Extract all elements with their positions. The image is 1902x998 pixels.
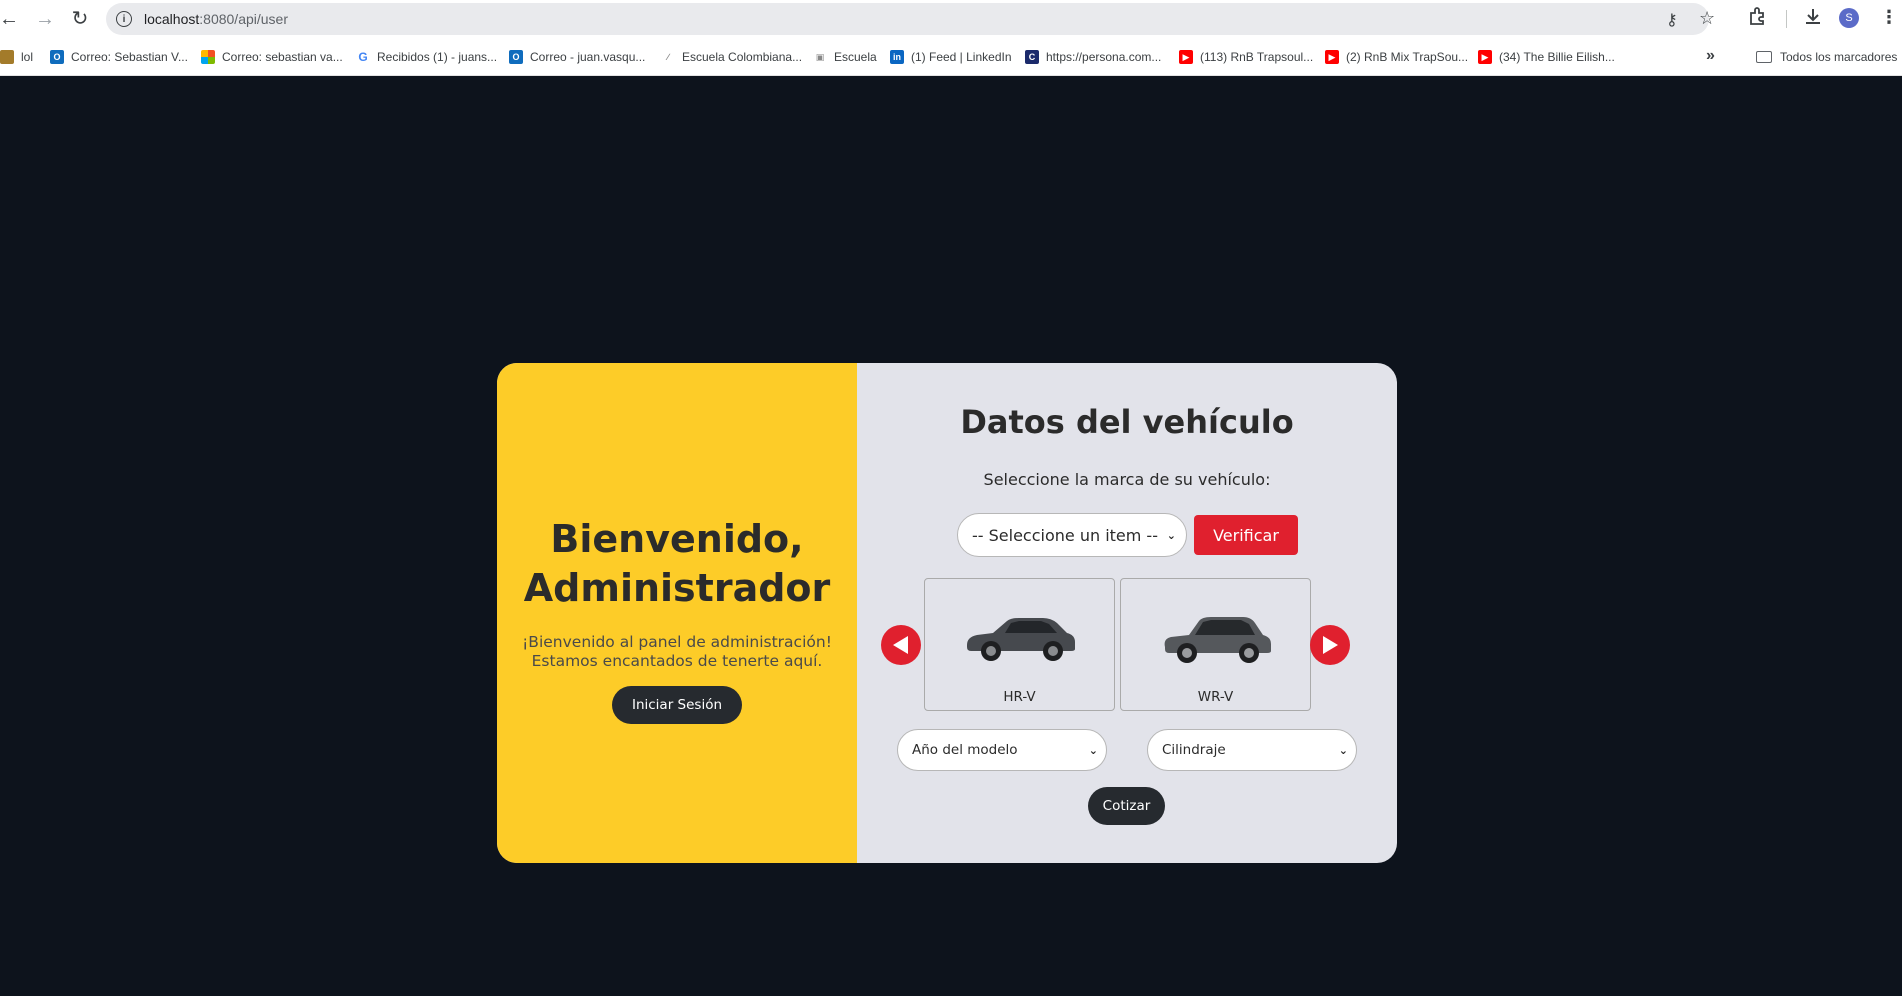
folder-icon <box>1756 51 1772 63</box>
triangle-left-icon <box>893 636 908 654</box>
model-year-select[interactable]: Año del modelo ⌄ <box>897 729 1107 771</box>
escuela-icon: ∕ <box>661 50 675 64</box>
bookmark-item[interactable]: Correo: sebastian va... <box>201 48 343 66</box>
brand-select[interactable]: -- Seleccione un item -- ⌄ <box>957 513 1187 557</box>
browser-toolbar: ← → ↻ i localhost:8080/api/user ⚷ ☆ S ⋮ <box>0 0 1902 39</box>
car-label: WR-V <box>1197 689 1234 705</box>
profile-avatar[interactable]: S <box>1839 8 1859 28</box>
url-host: localhost <box>144 11 200 27</box>
download-icon[interactable] <box>1803 6 1823 31</box>
bookmark-item[interactable]: O Correo - juan.vasqu... <box>509 48 645 66</box>
bookmark-label: Recibidos (1) - juans... <box>377 50 498 64</box>
page-background: Bienvenido, Administrador ¡Bienvenido al… <box>0 76 1902 998</box>
bookmark-item[interactable]: ▶ (113) RnB Trapsoul... <box>1179 48 1313 66</box>
bookmark-label: Correo: sebastian va... <box>222 50 343 64</box>
bookmark-label: Escuela <box>834 50 877 64</box>
cylinder-select-value: Cilindraje <box>1162 742 1226 758</box>
site-info-icon[interactable]: i <box>116 11 132 27</box>
form-subtitle: Seleccione la marca de su vehículo: <box>983 470 1271 489</box>
url-path: :8080/api/user <box>199 11 288 27</box>
bookmark-label: (34) The Billie Eilish... <box>1499 50 1615 64</box>
bookmark-label: Escuela Colombiana... <box>682 50 803 64</box>
bookmark-item[interactable]: ▶ (2) RnB Mix TrapSou... <box>1325 48 1468 66</box>
bookmark-label: Correo - juan.vasqu... <box>530 50 646 64</box>
bookmark-item[interactable]: ∕ Escuela Colombiana... <box>661 48 802 66</box>
toolbar-separator <box>1786 10 1787 28</box>
chevron-down-icon: ⌄ <box>1166 528 1176 542</box>
bookmark-item[interactable]: lol <box>0 48 33 66</box>
carousel-prev-button[interactable] <box>881 625 921 665</box>
password-key-icon[interactable]: ⚷ <box>1666 10 1678 30</box>
microsoft-icon <box>201 50 215 64</box>
form-title: Datos del vehículo <box>960 403 1294 441</box>
escuela-icon: ▣ <box>813 50 827 64</box>
outlook-icon: O <box>50 50 64 64</box>
bookmark-star-icon[interactable]: ☆ <box>1699 8 1715 29</box>
more-menu-icon[interactable]: ⋮ <box>1880 7 1898 28</box>
bookmark-item[interactable]: ▶ (34) The Billie Eilish... <box>1478 48 1615 66</box>
bookmark-label: https://persona.com... <box>1046 50 1162 64</box>
bookmark-label: Correo: Sebastian V... <box>71 50 188 64</box>
chevron-down-icon: ⌄ <box>1338 743 1348 757</box>
all-bookmarks-label: Todos los marcadores <box>1780 50 1898 64</box>
suv-car-icon <box>1164 617 1271 663</box>
carousel-next-button[interactable] <box>1310 625 1350 665</box>
bookmark-label: (113) RnB Trapsoul... <box>1200 50 1314 64</box>
outlook-icon: O <box>509 50 523 64</box>
triangle-right-icon <box>1323 636 1338 654</box>
main-card: Bienvenido, Administrador ¡Bienvenido al… <box>497 363 1397 863</box>
car-card-wrv[interactable]: WR-V <box>1120 578 1311 711</box>
linkedin-icon: in <box>890 50 904 64</box>
back-arrow-icon[interactable]: ← <box>0 8 20 30</box>
extensions-icon[interactable] <box>1748 6 1768 26</box>
all-bookmarks-button[interactable]: Todos los marcadores <box>1756 48 1897 66</box>
car-label: HR-V <box>1003 689 1036 705</box>
welcome-title: Bienvenido, Administrador <box>524 515 831 613</box>
persona-icon: C <box>1025 50 1039 64</box>
bookmark-item[interactable]: Chttps://persona.com... <box>1025 48 1161 66</box>
login-button[interactable]: Iniciar Sesión <box>611 685 743 724</box>
welcome-panel: Bienvenido, Administrador ¡Bienvenido al… <box>497 363 857 863</box>
bookmark-item[interactable]: in (1) Feed | LinkedIn <box>890 48 1012 66</box>
suv-car-icon <box>967 618 1075 661</box>
youtube-icon: ▶ <box>1478 50 1492 64</box>
youtube-icon: ▶ <box>1179 50 1193 64</box>
bookmark-item[interactable]: ▣ Escuela <box>813 48 877 66</box>
bookmark-item[interactable]: G Recibidos (1) - juans... <box>356 48 497 66</box>
verify-button[interactable]: Verificar <box>1194 515 1298 555</box>
lol-favicon-icon <box>0 50 14 64</box>
bookmarks-bar: lol O Correo: Sebastian V... Correo: seba… <box>0 39 1902 76</box>
bookmark-label: (2) RnB Mix TrapSou... <box>1346 50 1469 64</box>
bookmark-item[interactable]: O Correo: Sebastian V... <box>50 48 188 66</box>
cylinder-select[interactable]: Cilindraje ⌄ <box>1147 729 1357 771</box>
welcome-title-line2: Administrador <box>523 565 831 610</box>
youtube-icon: ▶ <box>1325 50 1339 64</box>
brand-select-value: -- Seleccione un item -- <box>972 525 1158 545</box>
vehicle-form-panel: Datos del vehículo Seleccione la marca d… <box>857 363 1397 863</box>
url-text[interactable]: localhost:8080/api/user <box>144 11 288 27</box>
forward-arrow-icon[interactable]: → <box>34 8 56 30</box>
more-bookmarks-chevron-icon[interactable]: » <box>1706 47 1715 65</box>
google-icon: G <box>356 50 370 64</box>
welcome-message: ¡Bienvenido al panel de administración! … <box>522 632 832 670</box>
bookmark-label: (1) Feed | LinkedIn <box>911 50 1012 64</box>
quote-button[interactable]: Cotizar <box>1088 787 1165 825</box>
car-card-hrv[interactable]: HR-V <box>924 578 1115 711</box>
address-bar[interactable]: i localhost:8080/api/user ⚷ ☆ <box>106 3 1715 35</box>
model-year-select-value: Año del modelo <box>912 742 1018 758</box>
chevron-down-icon: ⌄ <box>1088 743 1098 757</box>
welcome-title-line1: Bienvenido, <box>550 516 804 561</box>
bookmark-label: lol <box>21 50 34 64</box>
reload-icon[interactable]: ↻ <box>69 8 91 30</box>
